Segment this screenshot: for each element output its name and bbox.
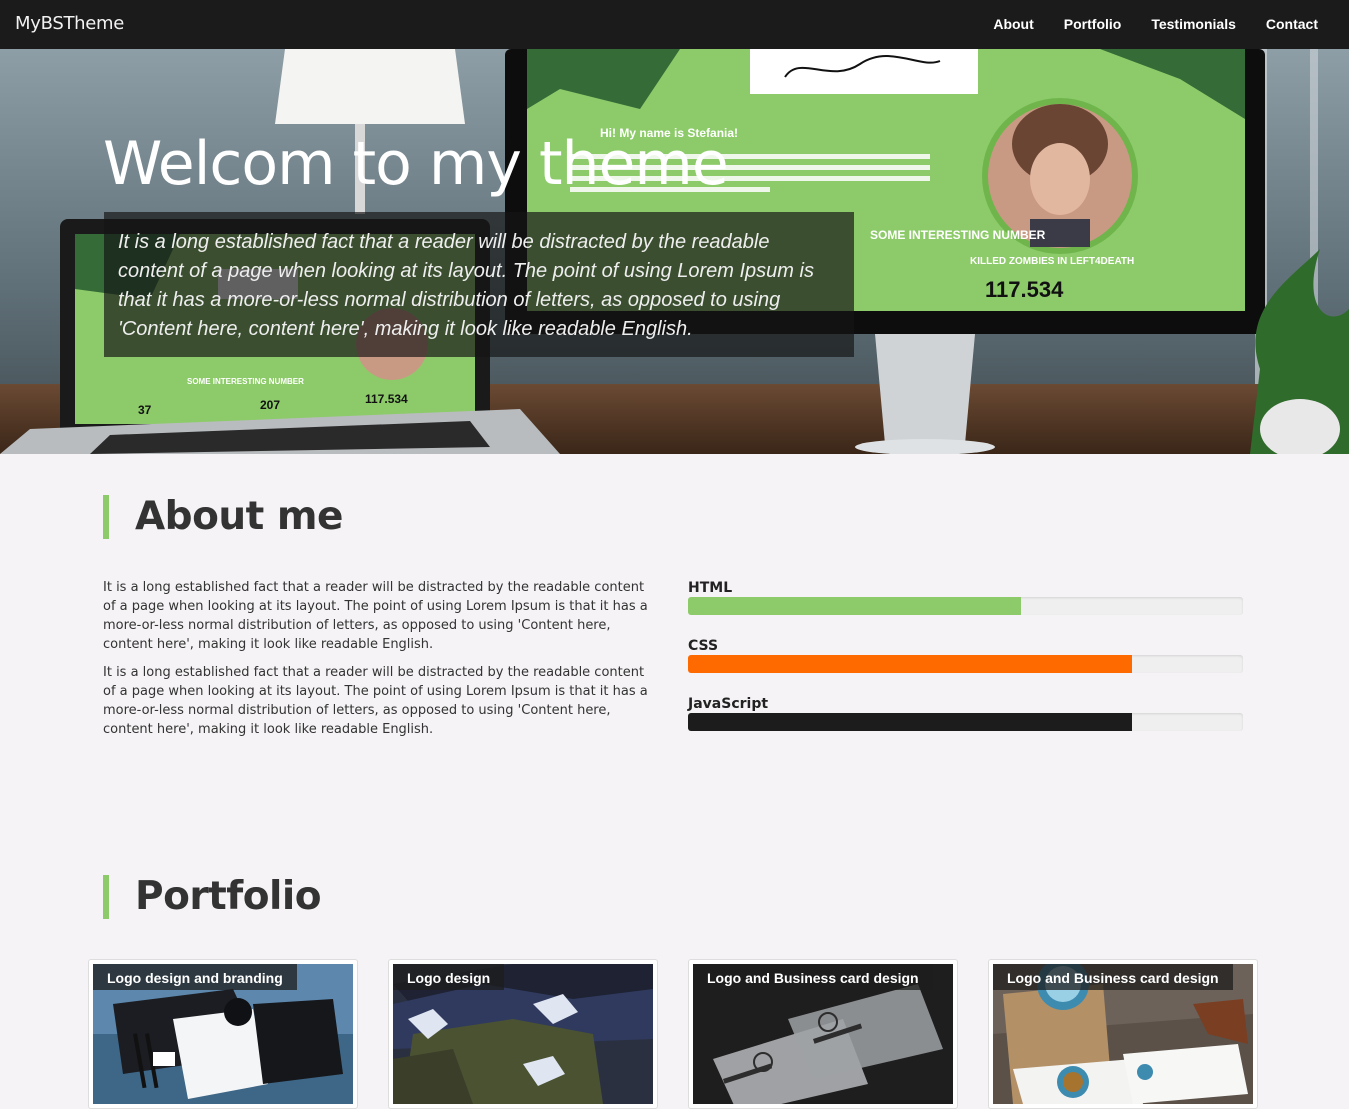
navbar: MyBSTheme About Portfolio Testimonials C… [0, 0, 1349, 50]
skill-html: HTML [688, 579, 1243, 637]
skill-label: JavaScript [688, 696, 769, 712]
hero-title: Welcom to my theme [103, 129, 729, 199]
about-paragraph: It is a long established fact that a rea… [103, 665, 648, 737]
hero-image-laptop-value-1: 37 [138, 403, 152, 417]
portfolio-item[interactable]: Logo design and branding [88, 959, 358, 1109]
skill-label: CSS [688, 638, 719, 654]
progress-bar-fill [688, 655, 1132, 673]
skill-javascript: JavaScript [688, 695, 1243, 753]
hero-image-laptop-value-2: 207 [260, 398, 280, 412]
progress-bar [688, 655, 1243, 673]
portfolio-item[interactable]: Logo and Business card design [988, 959, 1258, 1109]
hero-image-laptop-value-3: 117.534 [365, 392, 408, 406]
progress-bar-fill [688, 597, 1021, 615]
skill-label: HTML [688, 580, 733, 596]
portfolio-thumbnail[interactable]: Logo design [393, 964, 653, 1104]
skill-css: CSS [688, 637, 1243, 695]
brand-logo[interactable]: MyBSTheme [15, 13, 124, 34]
hero-image-monitor-label: KILLED ZOMBIES IN LEFT4DEATH [970, 256, 1134, 267]
hero-image-monitor-value: 117.534 [985, 277, 1064, 302]
hero-text: It is a long established fact that a rea… [118, 231, 814, 340]
portfolio-heading: Portfolio [103, 875, 322, 919]
progress-bar [688, 597, 1243, 615]
portfolio-item[interactable]: Logo and Business card design [688, 959, 958, 1109]
portfolio-thumbnail[interactable]: Logo design and branding [93, 964, 353, 1104]
about-paragraph: It is a long established fact that a rea… [103, 580, 648, 652]
hero-text-box: It is a long established fact that a rea… [104, 212, 854, 357]
hero-banner: Hi! My name is Stefania! SOME INTERESTIN… [0, 49, 1349, 454]
progress-bar [688, 713, 1243, 731]
portfolio-caption: Logo design and branding [93, 964, 297, 990]
portfolio-caption: Logo and Business card design [693, 964, 933, 990]
portfolio-item[interactable]: Logo design [388, 959, 658, 1109]
nav-link-portfolio[interactable]: Portfolio [1049, 0, 1137, 49]
portfolio-caption: Logo and Business card design [993, 964, 1233, 990]
progress-bar-fill [688, 713, 1132, 731]
portfolio-thumbnail[interactable]: Logo and Business card design [993, 964, 1253, 1104]
hero-image-section-label: SOME INTERESTING NUMBER [870, 228, 1046, 242]
nav-link-about[interactable]: About [978, 0, 1048, 49]
about-text: It is a long established fact that a rea… [103, 578, 653, 748]
portfolio-caption: Logo design [393, 964, 505, 990]
nav-link-contact[interactable]: Contact [1251, 0, 1333, 49]
nav-links: About Portfolio Testimonials Contact [978, 0, 1333, 49]
skills-list: HTML CSS JavaScript [688, 579, 1243, 753]
about-heading: About me [103, 495, 343, 539]
nav-link-testimonials[interactable]: Testimonials [1136, 0, 1251, 49]
portfolio-thumbnail[interactable]: Logo and Business card design [693, 964, 953, 1104]
hero-image-laptop-label: SOME INTERESTING NUMBER [187, 377, 304, 386]
